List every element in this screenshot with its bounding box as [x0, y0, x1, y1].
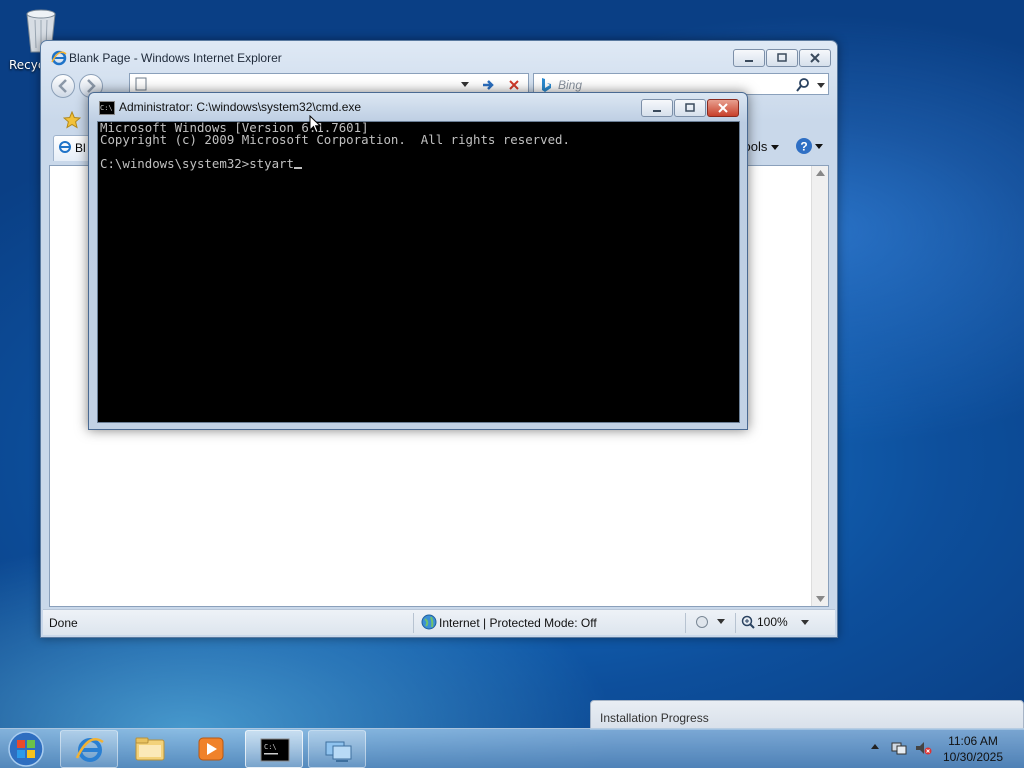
bing-icon — [542, 78, 551, 92]
media-player-icon — [198, 737, 224, 761]
taskbar-explorer-button[interactable] — [120, 730, 178, 768]
chevron-down-icon — [771, 145, 779, 150]
cmd-icon: C:\ — [260, 738, 290, 762]
help-menu[interactable]: ? — [795, 137, 823, 158]
console-output[interactable]: Microsoft Windows [Version 6.1.7601] Cop… — [97, 121, 740, 423]
text-cursor — [293, 167, 302, 169]
ie-logo-icon — [51, 50, 67, 66]
windows-logo-icon — [8, 731, 44, 767]
chevron-down-icon[interactable] — [801, 620, 809, 626]
start-button[interactable] — [4, 729, 48, 768]
favorites-star-icon[interactable] — [63, 111, 81, 129]
mouse-pointer-icon — [309, 115, 322, 134]
network-computer-icon — [325, 741, 352, 762]
clock-time: 11:06 AM — [948, 734, 998, 748]
console-prompt-line: C:\windows\system32>styart — [100, 156, 294, 171]
cmd-maximize-button[interactable] — [674, 99, 706, 117]
back-button[interactable] — [51, 74, 75, 98]
ie-minimize-button[interactable] — [733, 49, 765, 67]
minimize-icon — [653, 110, 661, 112]
show-hidden-icons-icon[interactable] — [870, 741, 880, 751]
installation-progress-window[interactable]: Installation Progress — [590, 700, 1024, 730]
search-placeholder: Bing — [558, 78, 583, 92]
separator — [413, 613, 414, 633]
svg-text:?: ? — [800, 140, 807, 154]
stop-icon[interactable] — [506, 77, 522, 93]
taskbar-ie-button[interactable] — [60, 730, 118, 768]
popup-blocker-icon[interactable] — [695, 615, 725, 629]
cmd-minimize-button[interactable] — [641, 99, 673, 117]
maximize-icon — [685, 103, 695, 112]
ie-close-button[interactable] — [799, 49, 831, 67]
status-bar: Done Internet | Protected Mode: Off 100% — [43, 609, 835, 635]
tab-blank-page[interactable]: Bl — [53, 135, 93, 161]
zoom-icon — [741, 615, 755, 629]
page-icon — [135, 77, 147, 91]
security-zone[interactable]: Internet | Protected Mode: Off — [439, 616, 597, 630]
zoom-level[interactable]: 100% — [757, 615, 788, 629]
ie-window-title: Blank Page - Windows Internet Explorer — [69, 51, 282, 65]
minimize-icon — [745, 60, 753, 62]
svg-text:C:\: C:\ — [264, 743, 277, 751]
taskbar-cmd-button[interactable]: C:\ — [245, 730, 303, 768]
refresh-go-icon[interactable] — [480, 77, 496, 93]
taskbar-installer-button[interactable] — [308, 730, 366, 768]
chevron-down-icon[interactable] — [816, 82, 826, 90]
search-icon[interactable] — [796, 78, 810, 92]
installation-progress-title: Installation Progress — [600, 711, 709, 725]
help-icon: ? — [796, 138, 823, 154]
close-icon — [810, 53, 820, 63]
status-text: Done — [49, 616, 78, 630]
maximize-icon — [777, 53, 787, 62]
cmd-icon: C:\ — [99, 101, 115, 115]
ie-logo-icon — [75, 738, 104, 762]
cmd-close-button[interactable] — [707, 99, 739, 117]
ie-logo-icon — [59, 141, 71, 153]
ie-maximize-button[interactable] — [766, 49, 798, 67]
scroll-up-icon[interactable] — [816, 170, 825, 176]
separator — [685, 613, 686, 633]
separator — [735, 613, 736, 633]
back-arrow-icon — [58, 79, 67, 93]
network-icon[interactable] — [891, 740, 907, 756]
chevron-down-icon[interactable] — [460, 81, 470, 89]
globe-icon — [421, 614, 437, 630]
close-icon — [718, 103, 728, 113]
volume-muted-icon[interactable] — [914, 740, 932, 756]
system-clock[interactable]: 11:06 AM 10/30/2025 — [940, 733, 1006, 765]
console-line: Copyright (c) 2009 Microsoft Corporation… — [100, 132, 570, 147]
scroll-down-icon[interactable] — [816, 596, 825, 602]
cmd-window: C:\ Administrator: C:\windows\system32\c… — [88, 92, 748, 430]
vertical-scrollbar[interactable] — [811, 166, 828, 606]
clock-date: 10/30/2025 — [942, 750, 1004, 764]
taskbar-media-player-button[interactable] — [182, 730, 240, 768]
tab-label: Bl — [75, 141, 86, 155]
folder-icon — [135, 737, 165, 761]
console-text: Microsoft Windows [Version 6.1.7601] Cop… — [100, 121, 570, 171]
cmd-window-title: Administrator: C:\windows\system32\cmd.e… — [119, 100, 362, 114]
taskbar: C:\ 11:06 AM 10/30/2025 — [0, 728, 1024, 768]
